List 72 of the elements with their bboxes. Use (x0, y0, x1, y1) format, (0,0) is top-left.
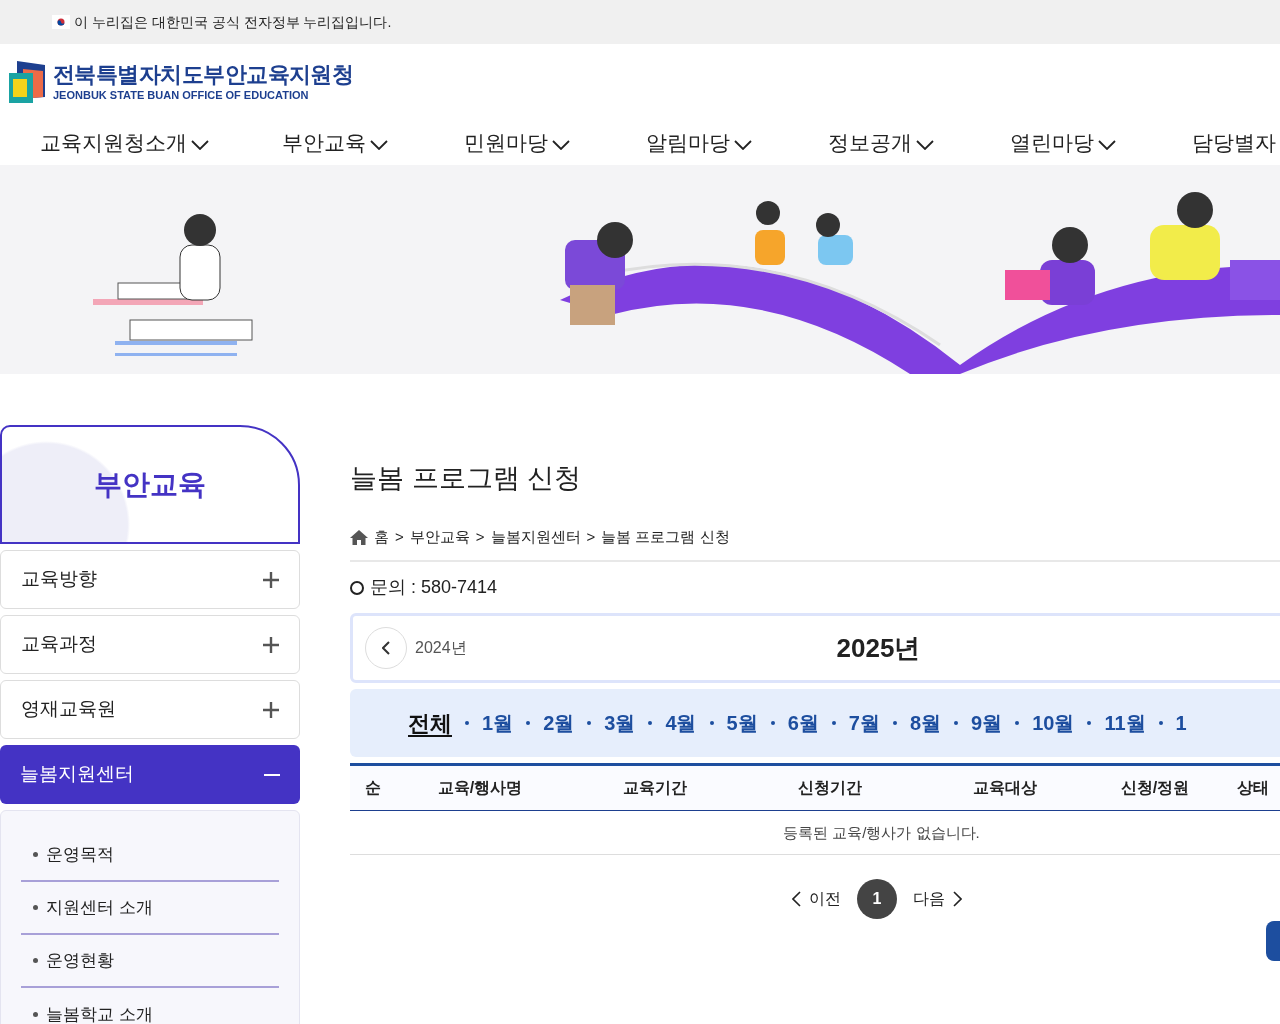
submenu-label: 늘봄학교 소개 (46, 1003, 153, 1024)
breadcrumb-link[interactable]: 늘봄 프로그램 신청 (601, 525, 730, 549)
bullet-icon (33, 958, 38, 963)
submenu-label: 지원센터 소개 (46, 896, 153, 919)
column-header: 교육/행사명 (436, 778, 524, 799)
column-header: 교육대상 (972, 778, 1038, 799)
chevron-right-icon (953, 891, 962, 908)
next-page-link[interactable]: 다음 (913, 887, 962, 912)
column-header: 교육기간 (622, 778, 688, 799)
submenu-item[interactable]: 운영목적 (21, 829, 279, 882)
sidebar-menu-item[interactable]: 영재교육원 (0, 680, 300, 739)
submenu-item[interactable]: 늘봄학교 소개 (21, 988, 279, 1024)
month-tab[interactable]: 2월 (543, 708, 575, 739)
submenu-item[interactable]: 지원센터 소개 (21, 882, 279, 935)
nav-menu-item[interactable]: 알림마당 (646, 126, 828, 159)
month-tab[interactable]: 4월 (665, 708, 697, 739)
month-tab[interactable]: 8월 (909, 708, 941, 739)
empty-message: 등록된 교육/행사가 없습니다. (783, 822, 980, 843)
month-tab[interactable]: 10월 (1032, 708, 1075, 739)
breadcrumb-separator: > (475, 526, 485, 547)
sidebar-title: 부안교육 (94, 467, 206, 502)
month-tab[interactable]: 7월 (848, 708, 880, 739)
submenu-label: 운영현황 (46, 949, 114, 972)
submenu-label: 운영목적 (46, 843, 114, 866)
breadcrumb-separator: > (395, 526, 404, 547)
nav-menu-item[interactable]: 부안교육 (282, 126, 464, 159)
month-tab[interactable]: 3월 (604, 708, 636, 739)
home-icon (350, 529, 368, 545)
column-header: 순 (363, 778, 382, 799)
logo-title: 전북특별자치도부안교육지원청 (53, 61, 354, 89)
breadcrumb-link[interactable]: 부안교육 (409, 525, 470, 549)
bullet-icon (33, 852, 38, 857)
plus-icon (263, 571, 279, 588)
month-tab[interactable]: 1월 (482, 708, 514, 739)
nav-menu-item[interactable]: 민원마당 (464, 126, 646, 159)
page-number[interactable]: 1 (857, 879, 897, 920)
sidebar-menu-item[interactable]: 늘봄지원센터 (0, 745, 300, 804)
plus-icon (263, 701, 279, 718)
flag-icon (52, 15, 70, 29)
logo-subtitle: JEONBUK STATE BUAN OFFICE OF EDUCATION (53, 88, 310, 103)
nav-menu-item[interactable]: 열린마당 (1010, 126, 1192, 159)
breadcrumb-separator: > (586, 526, 596, 547)
column-header: 신청기간 (797, 778, 863, 799)
page-title: 늘봄 프로그램 신청 (350, 462, 582, 495)
gov-banner-text: 이 누리집은 대한민국 공식 전자정부 누리집입니다. (74, 12, 392, 32)
month-tab[interactable]: 전체 (408, 706, 452, 740)
previous-year-button[interactable]: 2024년 (365, 627, 467, 670)
nav-menu-item[interactable]: 담당별자 (1192, 126, 1280, 159)
month-tab[interactable]: 5월 (726, 708, 758, 739)
minus-icon (264, 773, 280, 776)
inquiry-text: 문의 : 580-7414 (370, 576, 498, 600)
bullet-icon (33, 1012, 38, 1017)
chevron-left-icon (382, 641, 390, 656)
month-tab[interactable]: 11월 (1104, 708, 1146, 739)
sidebar-menu-item[interactable]: 교육방향 (0, 550, 300, 609)
plus-icon (263, 636, 279, 653)
chevron-left-icon (792, 891, 801, 908)
bullet-icon (33, 905, 38, 910)
current-year: 2025년 (836, 631, 921, 665)
logo-icon (9, 61, 47, 103)
breadcrumb-link[interactable]: 늘봄지원센터 (490, 525, 581, 549)
submenu-item[interactable]: 운영현황 (21, 935, 279, 988)
breadcrumb-link[interactable]: 홈 (374, 525, 389, 549)
month-tab[interactable]: 6월 (787, 708, 819, 739)
column-header: 신청/정원 (1119, 778, 1191, 799)
nav-menu-item[interactable]: 정보공개 (828, 126, 1010, 159)
month-tab[interactable]: 1 (1175, 708, 1187, 739)
sidebar-menu-item[interactable]: 교육과정 (0, 615, 300, 674)
nav-menu-item[interactable]: 교육지원청소개 (40, 126, 282, 159)
month-tab[interactable]: 9월 (971, 708, 1003, 739)
previous-page-link[interactable]: 이전 (792, 887, 841, 912)
column-header: 상태 (1235, 778, 1270, 799)
